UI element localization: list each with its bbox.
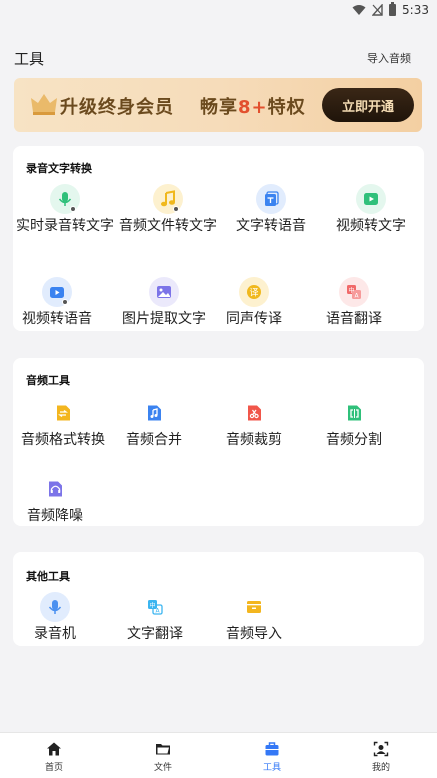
section-audio-tools: 音频工具 音频格式转换 音频合并 音频裁剪 音频分割 音频降噪 (13, 358, 424, 526)
tool-label: 图片提取文字 (122, 311, 206, 327)
audio-cut-icon (239, 398, 269, 428)
video-voice-icon (42, 277, 72, 307)
tab-mine[interactable]: 我的 (351, 741, 411, 773)
wifi-icon (352, 5, 366, 15)
tool-text-to-speech[interactable]: 文字转语音 (219, 184, 323, 234)
interpret-icon: 译 (239, 277, 269, 307)
tool-label: 音频分割 (326, 432, 382, 448)
battery-icon (389, 2, 397, 16)
tool-voice-translate[interactable]: 中A 语音翻译 (302, 277, 406, 327)
tool-label: 音频格式转换 (21, 432, 105, 448)
tool-recorder[interactable]: 录音机 (3, 592, 107, 642)
microphone-icon (50, 184, 80, 214)
video-icon (356, 184, 386, 214)
svg-text:译: 译 (249, 288, 258, 299)
tool-video-to-text[interactable]: 视频转文字 (319, 184, 423, 234)
banner-subtitle-prefix: 畅享 (200, 97, 238, 118)
tab-label: 工具 (262, 763, 281, 773)
open-vip-button[interactable]: 立即开通 (322, 88, 414, 122)
tool-audio-merge[interactable]: 音频合并 (102, 398, 206, 448)
audio-split-icon (339, 398, 369, 428)
tool-audio-split[interactable]: 音频分割 (302, 398, 406, 448)
banner-title: 升级终身会员 (60, 97, 174, 118)
crown-icon (31, 94, 57, 115)
tool-label: 视频转语音 (22, 311, 92, 327)
home-icon (47, 742, 61, 756)
tool-label: 录音机 (34, 626, 76, 642)
section-title: 音频工具 (26, 374, 70, 387)
text-translate-icon: 中A (140, 592, 170, 622)
page-header: 工具 导入音频 (14, 48, 423, 68)
music-note-icon (153, 184, 183, 214)
image-icon (149, 277, 179, 307)
page-title: 工具 (14, 50, 45, 68)
recorder-icon (40, 592, 70, 622)
banner-subtitle: 畅享8+特权 (200, 93, 306, 119)
translate-icon: 中A (339, 277, 369, 307)
status-time: 5:33 (402, 3, 429, 17)
tool-label: 音频合并 (126, 432, 182, 448)
text-to-speech-icon (256, 184, 286, 214)
tab-label: 文件 (153, 763, 172, 773)
tab-label: 首页 (44, 763, 63, 773)
tool-label: 文字转语音 (236, 218, 306, 234)
tool-label: 实时录音转文字 (16, 218, 114, 234)
tab-tools[interactable]: 工具 (242, 741, 302, 773)
tab-files[interactable]: 文件 (133, 741, 193, 773)
section-title: 其他工具 (26, 570, 70, 583)
tab-label: 我的 (371, 763, 390, 773)
status-bar: 5:33 (0, 0, 437, 22)
tool-image-extract-text[interactable]: 图片提取文字 (112, 277, 216, 327)
profile-icon (373, 741, 389, 757)
tool-label: 音频裁剪 (226, 432, 282, 448)
bottom-tab-bar: 首页 文件 工具 我的 (0, 732, 437, 778)
tool-label: 音频导入 (226, 626, 282, 642)
section-transcription: 录音文字转换 实时录音转文字 音频文件转文字 文字转语音 视频转文字 视频转语音 (13, 146, 424, 331)
section-other-tools: 其他工具 录音机 中A 文字翻译 音频导入 (13, 552, 424, 646)
noise-reduction-icon (40, 474, 70, 504)
folder-icon (156, 744, 170, 755)
tool-label: 视频转文字 (336, 218, 406, 234)
tool-realtime-record-to-text[interactable]: 实时录音转文字 (13, 184, 117, 234)
tab-home[interactable]: 首页 (24, 741, 84, 773)
tool-label: 音频降噪 (27, 508, 83, 524)
tool-label: 同声传译 (226, 311, 282, 327)
toolbox-icon (265, 742, 279, 756)
banner-subtitle-highlight: 8+ (238, 97, 268, 118)
tool-label: 语音翻译 (326, 311, 382, 327)
tool-label: 音频文件转文字 (119, 218, 217, 234)
tool-label: 文字翻译 (127, 626, 183, 642)
vip-banner[interactable]: 升级终身会员 畅享8+特权 立即开通 (14, 78, 422, 132)
tool-simultaneous-interpretation[interactable]: 译 同声传译 (202, 277, 306, 327)
banner-subtitle-suffix: 特权 (267, 97, 306, 118)
audio-import-icon (239, 592, 269, 622)
tool-audio-import[interactable]: 音频导入 (202, 592, 306, 642)
import-audio-button[interactable]: 导入音频 (367, 50, 411, 66)
tool-audio-cut[interactable]: 音频裁剪 (202, 398, 306, 448)
tool-noise-reduction[interactable]: 音频降噪 (3, 474, 107, 524)
tool-text-translate[interactable]: 中A 文字翻译 (103, 592, 207, 642)
format-convert-icon (48, 398, 78, 428)
section-title: 录音文字转换 (26, 162, 92, 175)
tool-audio-file-to-text[interactable]: 音频文件转文字 (116, 184, 220, 234)
audio-merge-icon (139, 398, 169, 428)
signal-icon (372, 4, 383, 16)
tool-video-to-voice[interactable]: 视频转语音 (5, 277, 109, 327)
tool-audio-format-convert[interactable]: 音频格式转换 (11, 398, 115, 448)
